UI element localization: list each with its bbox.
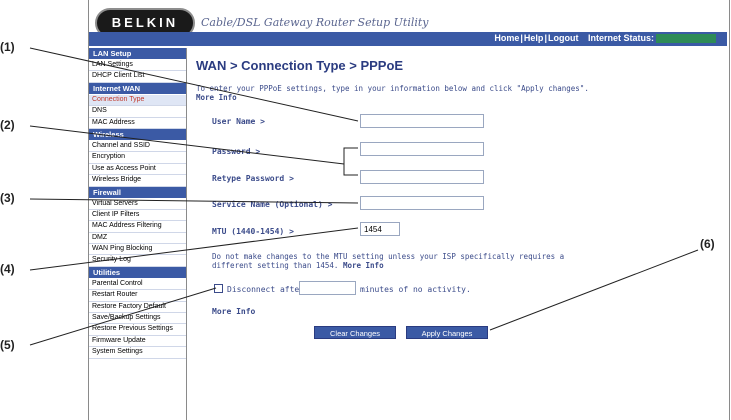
sidebar-section-firewall: Firewall: [89, 186, 186, 199]
sidebar-item-system-settings[interactable]: System Settings: [89, 347, 186, 359]
sidebar-item-firmware-update[interactable]: Firmware Update: [89, 336, 186, 348]
main-content: WAN > Connection Type > PPPoE To enter y…: [190, 50, 720, 410]
sidebar-item-restart-router[interactable]: Restart Router: [89, 290, 186, 302]
intro-sentence: To enter your PPPoE settings, type in yo…: [196, 84, 589, 93]
logout-link[interactable]: Logout: [548, 33, 579, 43]
home-link[interactable]: Home: [494, 33, 519, 43]
sidebar-item-wan-ping-blocking[interactable]: WAN Ping Blocking: [89, 244, 186, 256]
top-nav-bar: Home|Help|Logout Internet Status:: [89, 32, 727, 46]
clear-changes-button[interactable]: Clear Changes: [314, 326, 396, 339]
callout-3: (3): [0, 191, 15, 205]
sidebar-item-connection-type[interactable]: Connection Type: [89, 94, 186, 107]
sidebar-item-dmz[interactable]: DMZ: [89, 233, 186, 245]
callout-4: (4): [0, 262, 15, 276]
username-label: User Name >: [212, 117, 265, 126]
sidebar-item-mac-address[interactable]: MAC Address: [89, 118, 186, 129]
sidebar-item-restore-previous[interactable]: Restore Previous Settings: [89, 324, 186, 336]
disconnect-suffix: minutes of no activity.: [360, 285, 471, 294]
internet-status-label: Internet Status:: [587, 33, 654, 43]
disconnect-checkbox[interactable]: [214, 284, 223, 293]
sidebar-item-channel-ssid[interactable]: Channel and SSID: [89, 141, 186, 153]
password-input[interactable]: [360, 142, 484, 156]
intro-text: To enter your PPPoE settings, type in yo…: [196, 84, 591, 102]
sidebar: LAN Setup LAN Settings DHCP Client List …: [89, 48, 187, 420]
apply-changes-button[interactable]: Apply Changes: [406, 326, 488, 339]
internet-status-indicator: [656, 34, 716, 44]
sidebar-section-wireless: Wireless: [89, 128, 186, 141]
sidebar-item-virtual-servers[interactable]: Virtual Servers: [89, 199, 186, 210]
help-link[interactable]: Help: [524, 33, 544, 43]
sidebar-item-client-ip-filters[interactable]: Client IP Filters: [89, 210, 186, 222]
mtu-label: MTU (1440-1454) >: [212, 227, 294, 236]
sidebar-item-lan-settings[interactable]: LAN Settings: [89, 60, 186, 72]
sidebar-item-dns[interactable]: DNS: [89, 106, 186, 118]
sidebar-item-restore-factory[interactable]: Restore Factory Default: [89, 302, 186, 314]
sidebar-section-utilities: Utilities: [89, 266, 186, 279]
username-input[interactable]: [360, 114, 484, 128]
retype-password-input[interactable]: [360, 170, 484, 184]
mtu-input[interactable]: [360, 222, 400, 236]
sidebar-item-security-log[interactable]: Security Log: [89, 255, 186, 267]
retype-password-label: Retype Password >: [212, 174, 294, 183]
intro-more-info-link[interactable]: More Info: [196, 93, 237, 102]
sidebar-item-wireless-bridge[interactable]: Wireless Bridge: [89, 175, 186, 187]
mtu-note-text: Do not make changes to the MTU setting u…: [212, 252, 565, 270]
sidebar-item-mac-filtering[interactable]: MAC Address Filtering: [89, 221, 186, 233]
more-info-link[interactable]: More Info: [212, 307, 255, 316]
service-name-input[interactable]: [360, 196, 484, 210]
callout-1: (1): [0, 40, 15, 54]
sidebar-item-dhcp-client-list[interactable]: DHCP Client List: [89, 71, 186, 83]
sidebar-item-save-backup[interactable]: Save/Backup Settings: [89, 313, 186, 325]
sidebar-item-parental-control[interactable]: Parental Control: [89, 279, 186, 291]
page-title: WAN > Connection Type > PPPoE: [196, 58, 404, 73]
callout-2: (2): [0, 118, 15, 132]
tagline: Cable/DSL Gateway Router Setup Utility: [201, 16, 429, 29]
mtu-note: Do not make changes to the MTU setting u…: [212, 252, 582, 270]
mtu-more-info-link[interactable]: More Info: [343, 261, 384, 270]
service-name-label: Service Name (Optional) >: [212, 200, 333, 209]
sidebar-section-lan-setup: LAN Setup: [89, 48, 186, 60]
sidebar-item-encryption[interactable]: Encryption: [89, 152, 186, 164]
callout-6: (6): [700, 237, 715, 251]
password-label: Password >: [212, 147, 261, 156]
disconnect-label: Disconnect after: [227, 285, 305, 294]
callout-5: (5): [0, 338, 15, 352]
disconnect-minutes-input[interactable]: [299, 281, 356, 295]
top-links: Home|Help|Logout Internet Status:: [493, 33, 717, 44]
sidebar-item-access-point[interactable]: Use as Access Point: [89, 164, 186, 176]
sidebar-section-internet-wan: Internet WAN: [89, 82, 186, 95]
